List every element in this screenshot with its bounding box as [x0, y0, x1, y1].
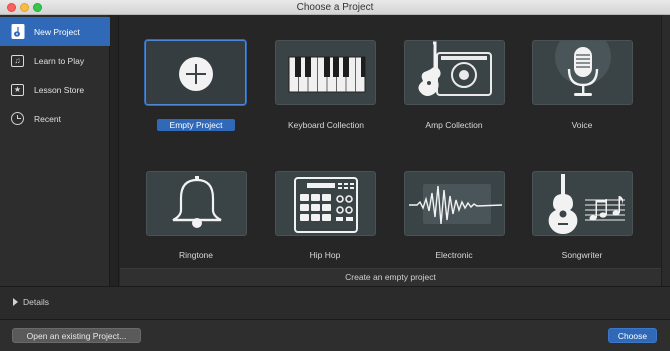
window-title: Choose a Project: [296, 2, 374, 13]
tile-hip-hop[interactable]: [275, 171, 376, 236]
tile-label-hip-hop[interactable]: Hip Hop: [260, 249, 390, 261]
tile-label-electronic[interactable]: Electronic: [389, 249, 519, 261]
choose-project-window: Choose a Project New Project ♫ Learn to …: [0, 0, 670, 351]
microphone-icon: [555, 41, 611, 96]
bell-icon: [172, 176, 222, 228]
waveform-icon: [409, 184, 503, 225]
tile-label-keyboard-collection[interactable]: Keyboard Collection: [261, 119, 391, 131]
sidebar-item-label: Recent: [34, 113, 61, 124]
title-bar: Choose a Project: [0, 0, 670, 15]
plus-icon: [179, 57, 213, 91]
tile-ringtone[interactable]: [146, 171, 247, 236]
sidebar-item-recent[interactable]: Recent: [0, 104, 110, 133]
tile-label-voice[interactable]: Voice: [517, 119, 647, 131]
tile-label-songwriter[interactable]: Songwriter: [517, 249, 647, 261]
tile-label-amp-collection[interactable]: Amp Collection: [389, 119, 519, 131]
open-existing-project-button[interactable]: Open an existing Project...: [12, 328, 141, 343]
sidebar: New Project ♫ Learn to Play ★ Lesson Sto…: [0, 15, 110, 286]
sidebar-item-new-project[interactable]: New Project: [0, 17, 110, 46]
guitar-doc-icon: [10, 24, 25, 39]
music-note-icon: ♫: [10, 54, 25, 68]
drum-machine-icon: [294, 177, 358, 233]
tile-empty-project[interactable]: [145, 40, 246, 105]
sidebar-item-label: Learn to Play: [34, 55, 85, 66]
project-description: Create an empty project: [120, 268, 661, 286]
tile-songwriter[interactable]: [532, 171, 633, 236]
sidebar-item-lesson-store[interactable]: ★ Lesson Store: [0, 75, 110, 104]
tile-label-empty-project[interactable]: Empty Project: [157, 119, 235, 131]
tile-keyboard-collection[interactable]: [275, 40, 376, 105]
tile-voice[interactable]: [532, 40, 633, 105]
tile-amp-collection[interactable]: [404, 40, 505, 105]
project-grid: Empty Project Keyboard Collection Amp Co…: [120, 15, 661, 268]
details-label: Details: [23, 297, 49, 307]
sidebar-item-label: Lesson Store: [34, 84, 85, 95]
acoustic-guitar-notes-icon: [548, 174, 625, 234]
star-icon: ★: [10, 83, 25, 97]
sidebar-item-label: New Project: [34, 26, 80, 37]
sidebar-scrollbar[interactable]: [110, 15, 119, 286]
project-grid-scrollbar[interactable]: [661, 15, 670, 286]
choose-button[interactable]: Choose: [608, 328, 657, 343]
amp-guitar-icon: [418, 41, 492, 96]
keyboard-icon: [288, 56, 366, 93]
tile-electronic[interactable]: [404, 171, 505, 236]
clock-icon: [10, 112, 25, 126]
bottom-bar: Open an existing Project... Choose: [0, 319, 670, 351]
details-bar: Details: [0, 286, 670, 319]
details-disclosure[interactable]: Details: [13, 297, 49, 307]
tile-label-ringtone[interactable]: Ringtone: [131, 249, 261, 261]
sidebar-item-learn-to-play[interactable]: ♫ Learn to Play: [0, 46, 110, 75]
disclosure-triangle-icon: [13, 298, 18, 306]
